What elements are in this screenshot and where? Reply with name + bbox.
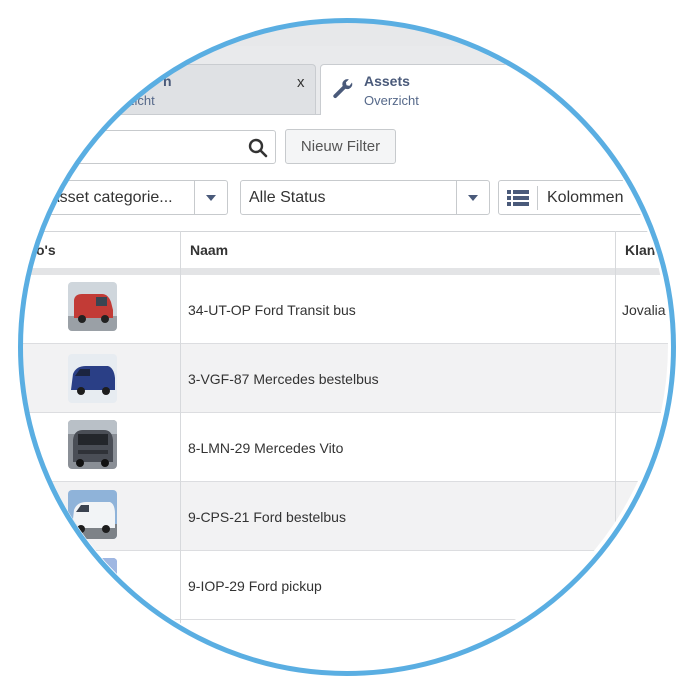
asset-name[interactable]: 3-VGF-87 Mercedes bestelbus [188, 371, 379, 387]
status-select[interactable]: Alle Status [240, 180, 490, 215]
table-header: o's Naam Klant [22, 231, 668, 272]
chevron-down-icon [456, 181, 489, 214]
table-row[interactable]: 9-CPS-21 Ford bestelbus [22, 482, 668, 551]
chevron-down-icon [194, 181, 227, 214]
columns-label: Kolommen [547, 189, 624, 206]
table-row[interactable]: 9-IOP-29 Ford pickup [22, 551, 668, 620]
white-van-photo [68, 490, 117, 539]
red-van-photo [68, 282, 117, 331]
asset-category-value: Asset categorie... [49, 189, 173, 206]
blue-van-photo [68, 354, 117, 403]
header-klant[interactable]: Klant [625, 232, 660, 269]
tab-overview-title: n [163, 73, 172, 89]
tab-assets-subtitle: Overzicht [364, 93, 419, 108]
asset-name[interactable]: 8-LMN-29 Mercedes Vito [188, 440, 343, 456]
top-strip [22, 22, 668, 47]
table-row[interactable]: 8-LMN-29 Mercedes Vito [22, 413, 668, 482]
asset-name[interactable]: 34-UT-OP Ford Transit bus [188, 302, 356, 318]
tab-overview-subtitle: zicht [128, 93, 155, 108]
header-divider [22, 268, 668, 275]
table-row[interactable]: 3-VGF-87 Mercedes bestelbus [22, 344, 668, 413]
search-icon[interactable] [248, 138, 268, 158]
table-row[interactable]: 34-UT-OP Ford Transit bus Jovalia [22, 275, 668, 344]
search-input[interactable] [40, 130, 276, 164]
column-divider [615, 231, 616, 631]
asset-name[interactable]: 9-IOP-29 Ford pickup [188, 578, 322, 594]
asset-name[interactable]: 9-CPS-21 Ford bestelbus [188, 509, 346, 525]
status-value: Alle Status [249, 189, 326, 206]
tab-assets-title: Assets [364, 73, 410, 89]
grey-van-photo [68, 420, 117, 469]
column-divider [180, 231, 181, 631]
asset-klant: Jovalia [622, 302, 666, 318]
tab-close-button[interactable]: x [297, 74, 305, 91]
circular-frame: n zicht x Assets Overzicht Nieuw Filter … [22, 22, 668, 668]
tab-overview[interactable] [40, 64, 316, 114]
list-icon [507, 190, 529, 206]
app-window: n zicht x Assets Overzicht Nieuw Filter … [22, 22, 668, 668]
new-filter-button[interactable]: Nieuw Filter [285, 129, 396, 164]
columns-button[interactable]: Kolommen [498, 180, 668, 215]
divider [537, 186, 538, 210]
wrench-icon [333, 79, 353, 99]
header-naam[interactable]: Naam [190, 232, 228, 269]
asset-category-select[interactable]: Asset categorie... [40, 180, 228, 215]
blue-pickup-photo [68, 558, 117, 607]
header-photos[interactable]: o's [36, 232, 56, 269]
